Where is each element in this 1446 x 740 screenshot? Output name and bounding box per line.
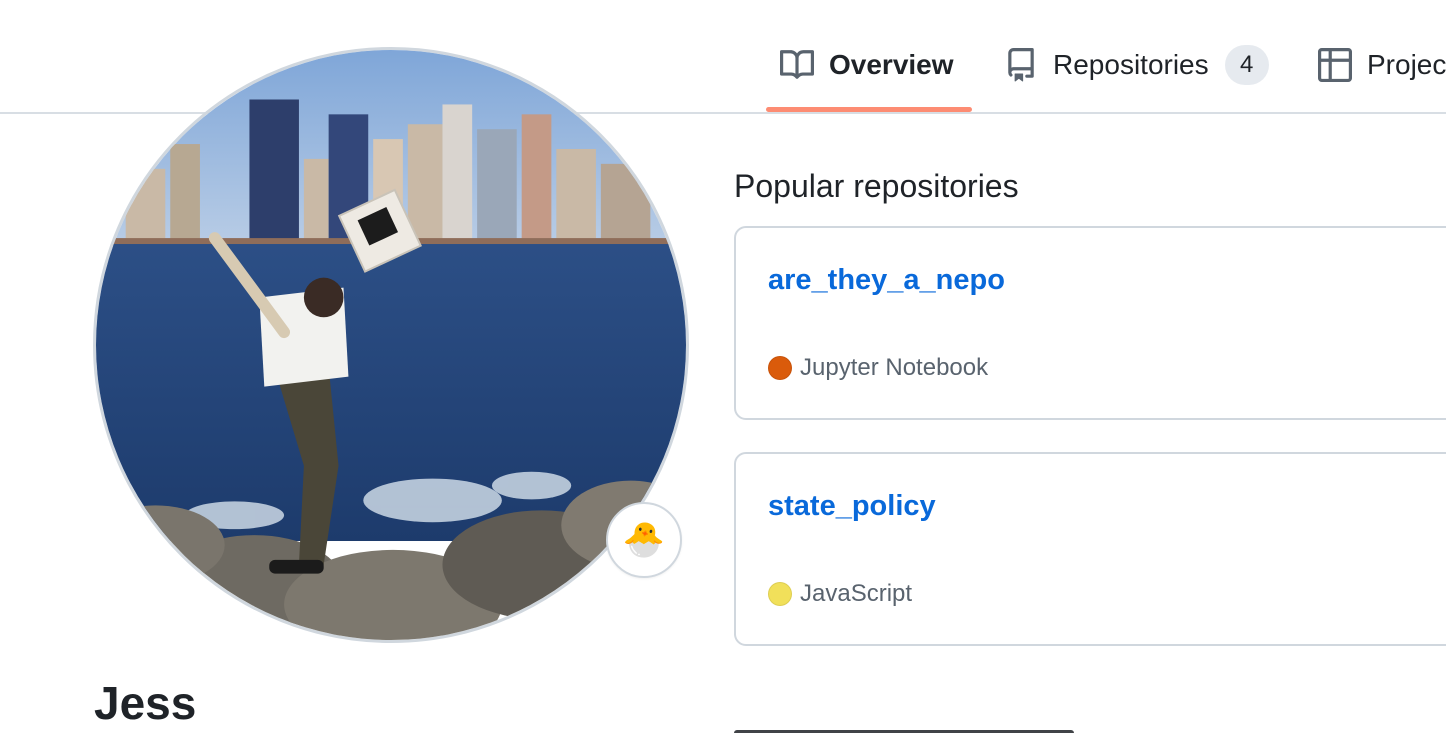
popular-repositories-heading: Popular repositories — [734, 168, 1019, 204]
profile-tab-bar: Overview Repositories 4 Projec — [0, 0, 1446, 114]
table-icon — [1318, 48, 1352, 82]
avatar-image — [96, 50, 686, 640]
language-label: Jupyter Notebook — [800, 354, 989, 381]
language-color-dot — [768, 582, 792, 606]
tab-label: Projec — [1367, 49, 1446, 80]
tab-overview[interactable]: Overview — [780, 40, 954, 90]
book-icon — [780, 48, 814, 82]
tab-label: Repositories — [1053, 49, 1209, 80]
repo-link[interactable]: state_policy — [768, 490, 936, 523]
hatching-chick-icon: 🐣 — [622, 521, 666, 559]
language-label: JavaScript — [800, 580, 913, 607]
status-emoji-button[interactable]: 🐣 — [606, 502, 682, 578]
repo-card: are_they_a_nepo Jupyter Notebook — [734, 226, 1446, 420]
repo-link[interactable]: are_they_a_nepo — [768, 264, 1005, 297]
active-tab-indicator — [766, 107, 972, 112]
repo-language: JavaScript — [768, 580, 912, 608]
profile-name: Jess — [94, 677, 197, 729]
language-color-dot — [768, 356, 792, 380]
tab-label: Overview — [829, 49, 954, 80]
contributions-heading-cut-off — [734, 730, 1094, 740]
tab-projects[interactable]: Projec — [1318, 40, 1446, 90]
tab-repositories[interactable]: Repositories 4 — [1004, 40, 1269, 90]
repo-language: Jupyter Notebook — [768, 354, 988, 382]
repositories-count-badge: 4 — [1224, 45, 1269, 85]
avatar[interactable] — [93, 47, 689, 643]
repo-icon — [1004, 48, 1038, 82]
repo-card: state_policy JavaScript — [734, 452, 1446, 646]
